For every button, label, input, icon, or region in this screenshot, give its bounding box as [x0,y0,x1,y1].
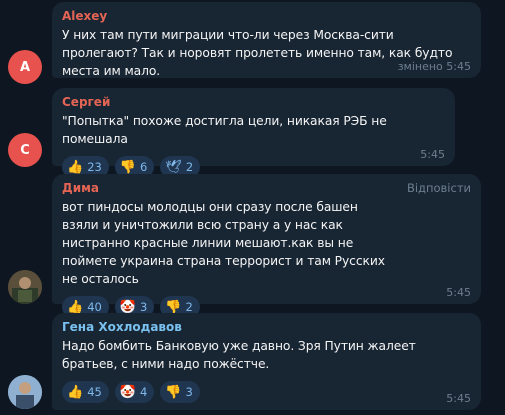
message-bubble[interactable]: Гена Хохлодавов Надо бомбить Банковую уж… [52,313,481,410]
reaction-count: 2 [185,300,193,314]
reply-button[interactable]: Відповісти [407,181,471,195]
avatar[interactable]: A [8,50,42,84]
dove-icon: 🕊 [165,159,182,175]
reaction-count: 40 [87,300,102,314]
thumbs-down-icon: 👎 [165,299,182,315]
clown-icon: 🤡 [119,299,137,315]
avatar-letter: A [19,59,31,75]
avatar[interactable] [8,270,42,304]
message-bubble[interactable]: Сергей "Попытка" похоже достигла цели, н… [52,88,455,178]
reaction-thumbs-up[interactable]: 👍 45 [62,381,109,403]
clown-icon: 🤡 [119,384,137,400]
reaction-count: 6 [140,160,148,174]
avatar[interactable]: С [8,133,42,167]
message-bubble[interactable]: Alexey У них там пути миграции что-ли че… [52,2,481,78]
message-text: Надо бомбить Банковую уже давно. Зря Пут… [62,339,416,371]
reaction-count: 2 [185,160,194,174]
user-photo-icon [8,270,42,304]
reaction-count: 4 [140,385,148,399]
avatar-letter: С [20,142,30,158]
reaction-count: 23 [87,160,102,174]
reaction-thumbs-down[interactable]: 👎 3 [160,381,200,403]
reaction-count: 45 [87,385,102,399]
thumbs-up-icon: 👍 [67,299,84,315]
message-time: 5:45 [446,392,471,405]
message-author[interactable]: Гена Хохлодавов [62,319,471,335]
thumbs-up-icon: 👍 [67,159,84,175]
user-photo-icon [8,375,42,409]
message-bubble[interactable]: Дима Відповісти вот пиндосы молодцы они … [52,174,481,318]
reactions-bar: 👍 45 🤡 4 👎 3 [62,381,471,403]
message-time: 5:45 [420,148,445,161]
message-time: змінено 5:45 [397,60,471,73]
reaction-count: 3 [140,300,148,314]
message-author[interactable]: Сергей [62,94,445,110]
message-time: 5:45 [446,286,471,299]
thumbs-down-icon: 👎 [165,384,182,400]
thumbs-up-icon: 👍 [67,384,84,400]
message-author[interactable]: Alexey [62,8,471,24]
reaction-clown[interactable]: 🤡 4 [114,381,155,403]
thumbs-down-icon: 👎 [119,159,137,175]
avatar[interactable] [8,375,42,409]
message-text: вот пиндосы молодцы они сразу после баше… [62,200,385,286]
message-text: "Попытка" похоже достигла цели, никакая … [62,114,387,146]
reaction-count: 3 [185,385,193,399]
